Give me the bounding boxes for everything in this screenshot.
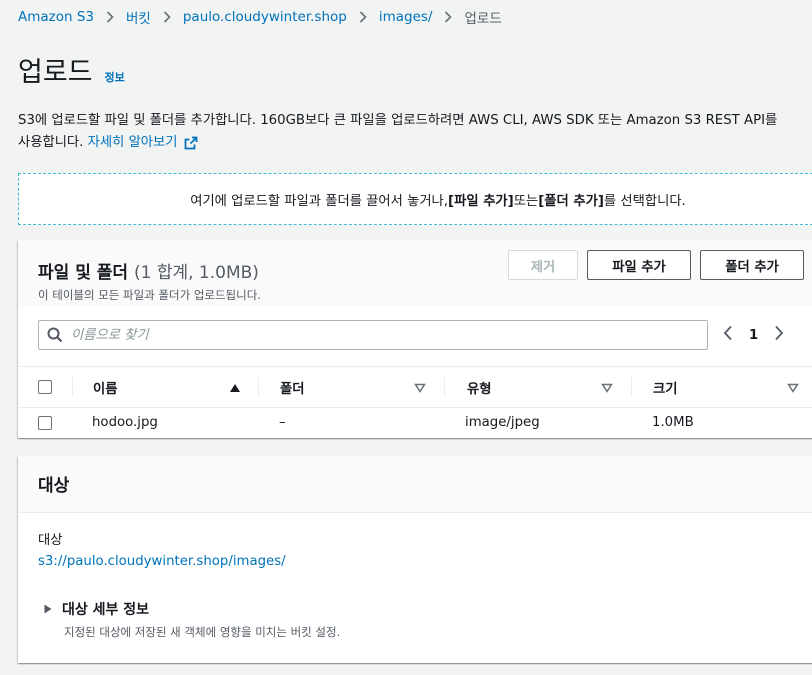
files-panel-title: 파일 및 폴더 (1 합계, 1.0MB) bbox=[38, 258, 259, 283]
add-folder-button[interactable]: 폴더 추가 bbox=[700, 250, 804, 280]
caret-right-icon bbox=[44, 604, 52, 614]
column-header-size[interactable]: 크기 bbox=[653, 367, 812, 407]
external-link-icon bbox=[184, 136, 197, 150]
chevron-right-icon bbox=[359, 11, 367, 23]
sort-icon bbox=[787, 383, 799, 393]
breadcrumb-amazon-s3[interactable]: Amazon S3 bbox=[18, 9, 94, 25]
select-all-checkbox[interactable] bbox=[38, 380, 52, 394]
chevron-right-icon bbox=[106, 11, 114, 23]
learn-more-label: 자세히 알아보기 bbox=[87, 135, 178, 150]
add-files-button[interactable]: 파일 추가 bbox=[587, 250, 691, 280]
remove-button[interactable]: 제거 bbox=[508, 250, 578, 280]
pagination-prev-icon[interactable] bbox=[723, 325, 733, 345]
destination-panel: 대상 대상 s3://paulo.cloudywinter.shop/image… bbox=[18, 456, 812, 663]
search-icon bbox=[47, 327, 63, 343]
learn-more-link[interactable]: 자세히 알아보기 bbox=[88, 132, 198, 154]
files-count: (1 합계, 1.0MB) bbox=[133, 263, 259, 283]
info-link[interactable]: 정보 bbox=[105, 69, 125, 85]
files-panel-header: 파일 및 폴더 (1 합계, 1.0MB) 이 테이블의 모든 파일과 폴더가 … bbox=[18, 240, 812, 306]
header-divider-checkbox bbox=[72, 367, 73, 407]
description-line-2-text: 사용합니다. bbox=[18, 135, 84, 150]
sort-icon bbox=[601, 383, 613, 393]
pagination: 1 bbox=[723, 323, 784, 347]
column-size-label: 크기 bbox=[653, 381, 678, 397]
description-line-2: 사용합니다. 자세히 알아보기 bbox=[18, 132, 812, 154]
breadcrumb-current: 업로드 bbox=[464, 11, 502, 27]
description-line-1: S3에 업로드할 파일 및 폴더를 추가합니다. 160GB보다 큰 파일을 업… bbox=[18, 113, 778, 128]
files-title-text: 파일 및 폴더 bbox=[38, 263, 129, 283]
column-header-folder[interactable]: 폴더 bbox=[280, 367, 445, 407]
files-folders-panel: 파일 및 폴더 (1 합계, 1.0MB) 이 테이블의 모든 파일과 폴더가 … bbox=[18, 240, 812, 438]
table-header: 이름 폴더 유형 크기 bbox=[18, 366, 812, 408]
breadcrumb-folder[interactable]: images/ bbox=[379, 9, 433, 25]
breadcrumb-bucket[interactable]: paulo.cloudywinter.shop bbox=[183, 9, 347, 25]
page-title-text: 업로드 bbox=[18, 57, 93, 88]
cell-size: 1.0MB bbox=[652, 415, 694, 430]
destination-details-subtitle: 지정된 대상에 저장된 새 객체에 영향을 미치는 버킷 설정. bbox=[64, 625, 341, 639]
dropzone-text-after: 를 선택합니다. bbox=[603, 193, 686, 209]
sort-ascending-icon bbox=[230, 384, 240, 392]
destination-title: 대상 bbox=[38, 476, 70, 496]
row-checkbox[interactable] bbox=[38, 416, 52, 430]
column-folder-label: 폴더 bbox=[280, 381, 305, 397]
sort-icon bbox=[414, 383, 426, 393]
column-name-label: 이름 bbox=[93, 381, 118, 397]
chevron-right-icon bbox=[163, 11, 171, 23]
chevron-right-icon bbox=[444, 11, 453, 23]
destination-details-toggle[interactable]: 대상 세부 정보 bbox=[44, 599, 149, 619]
destination-path-link[interactable]: s3://paulo.cloudywinter.shop/images/ bbox=[38, 554, 286, 569]
column-type-label: 유형 bbox=[467, 381, 492, 397]
column-header-type[interactable]: 유형 bbox=[467, 367, 632, 407]
dropzone-add-folder: [폴더 추가] bbox=[538, 193, 604, 209]
table-row[interactable]: hodoo.jpg – image/jpeg 1.0MB bbox=[18, 408, 812, 438]
destination-label: 대상 bbox=[38, 533, 63, 548]
cell-folder: – bbox=[279, 415, 286, 430]
search-input[interactable] bbox=[71, 327, 671, 343]
cell-name: hodoo.jpg bbox=[92, 415, 158, 430]
column-header-name[interactable]: 이름 bbox=[93, 367, 259, 407]
dropzone-text-before: 여기에 업로드할 파일과 폴더를 끌어서 놓거나, bbox=[190, 193, 449, 209]
dropzone-text-mid: 또는 bbox=[513, 193, 539, 209]
dropzone-add-files: [파일 추가] bbox=[448, 193, 514, 209]
destination-header: 대상 bbox=[18, 456, 812, 513]
page-title: 업로드 정보 bbox=[18, 50, 125, 89]
destination-details-title: 대상 세부 정보 bbox=[62, 602, 150, 618]
upload-dropzone[interactable]: 여기에 업로드할 파일과 폴더를 끌어서 놓거나, [파일 추가] 또는 [폴더… bbox=[18, 173, 812, 225]
breadcrumb-buckets[interactable]: 버킷 bbox=[126, 7, 151, 27]
page-description: S3에 업로드할 파일 및 폴더를 추가합니다. 160GB보다 큰 파일을 업… bbox=[18, 110, 812, 154]
cell-type: image/jpeg bbox=[465, 415, 540, 430]
pagination-page-number[interactable]: 1 bbox=[749, 328, 758, 343]
files-panel-subtitle: 이 테이블의 모든 파일과 폴더가 업로드됩니다. bbox=[38, 288, 261, 302]
search-box[interactable] bbox=[38, 320, 708, 350]
breadcrumb: Amazon S3 버킷 paulo.cloudywinter.shop ima… bbox=[18, 7, 502, 27]
pagination-next-icon[interactable] bbox=[774, 325, 784, 345]
